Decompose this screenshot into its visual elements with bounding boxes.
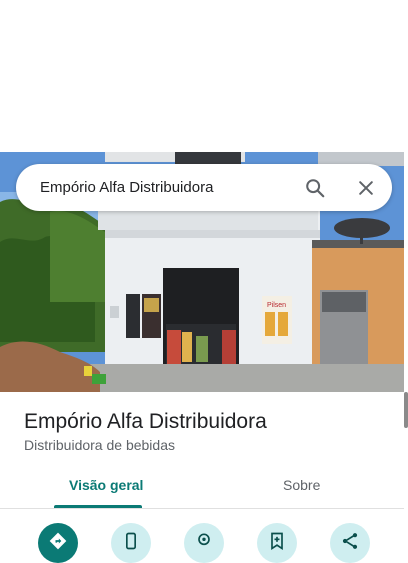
- share-icon: [342, 533, 358, 549]
- scrollbar-thumb[interactable]: [404, 392, 408, 428]
- nearby-button[interactable]: [184, 523, 224, 563]
- directions-icon: [49, 532, 67, 550]
- call-button[interactable]: [111, 523, 151, 563]
- tab-overview[interactable]: Visão geral: [69, 477, 143, 493]
- panel-scrollbar[interactable]: [404, 152, 408, 544]
- close-icon[interactable]: [356, 178, 376, 198]
- place-tabs: Visão geral Sobre: [0, 466, 404, 509]
- search-icon[interactable]: [304, 177, 326, 199]
- active-tab-indicator: [54, 505, 142, 508]
- phone-icon: [126, 532, 136, 550]
- location-icon: [198, 533, 210, 546]
- search-bar[interactable]: Empório Alfa Distribuidora: [16, 164, 392, 211]
- map-blank-area: [0, 0, 408, 152]
- place-title: Empório Alfa Distribuidora: [24, 410, 267, 433]
- search-query-text[interactable]: Empório Alfa Distribuidora: [40, 179, 213, 196]
- poster-pilsen-text: Pilsen: [267, 302, 286, 309]
- save-button[interactable]: [257, 523, 297, 563]
- tab-about[interactable]: Sobre: [283, 477, 320, 493]
- save-icon: [271, 532, 283, 551]
- directions-button[interactable]: [38, 523, 78, 563]
- place-category: Distribuidora de bebidas: [24, 437, 175, 453]
- share-button[interactable]: [330, 523, 370, 563]
